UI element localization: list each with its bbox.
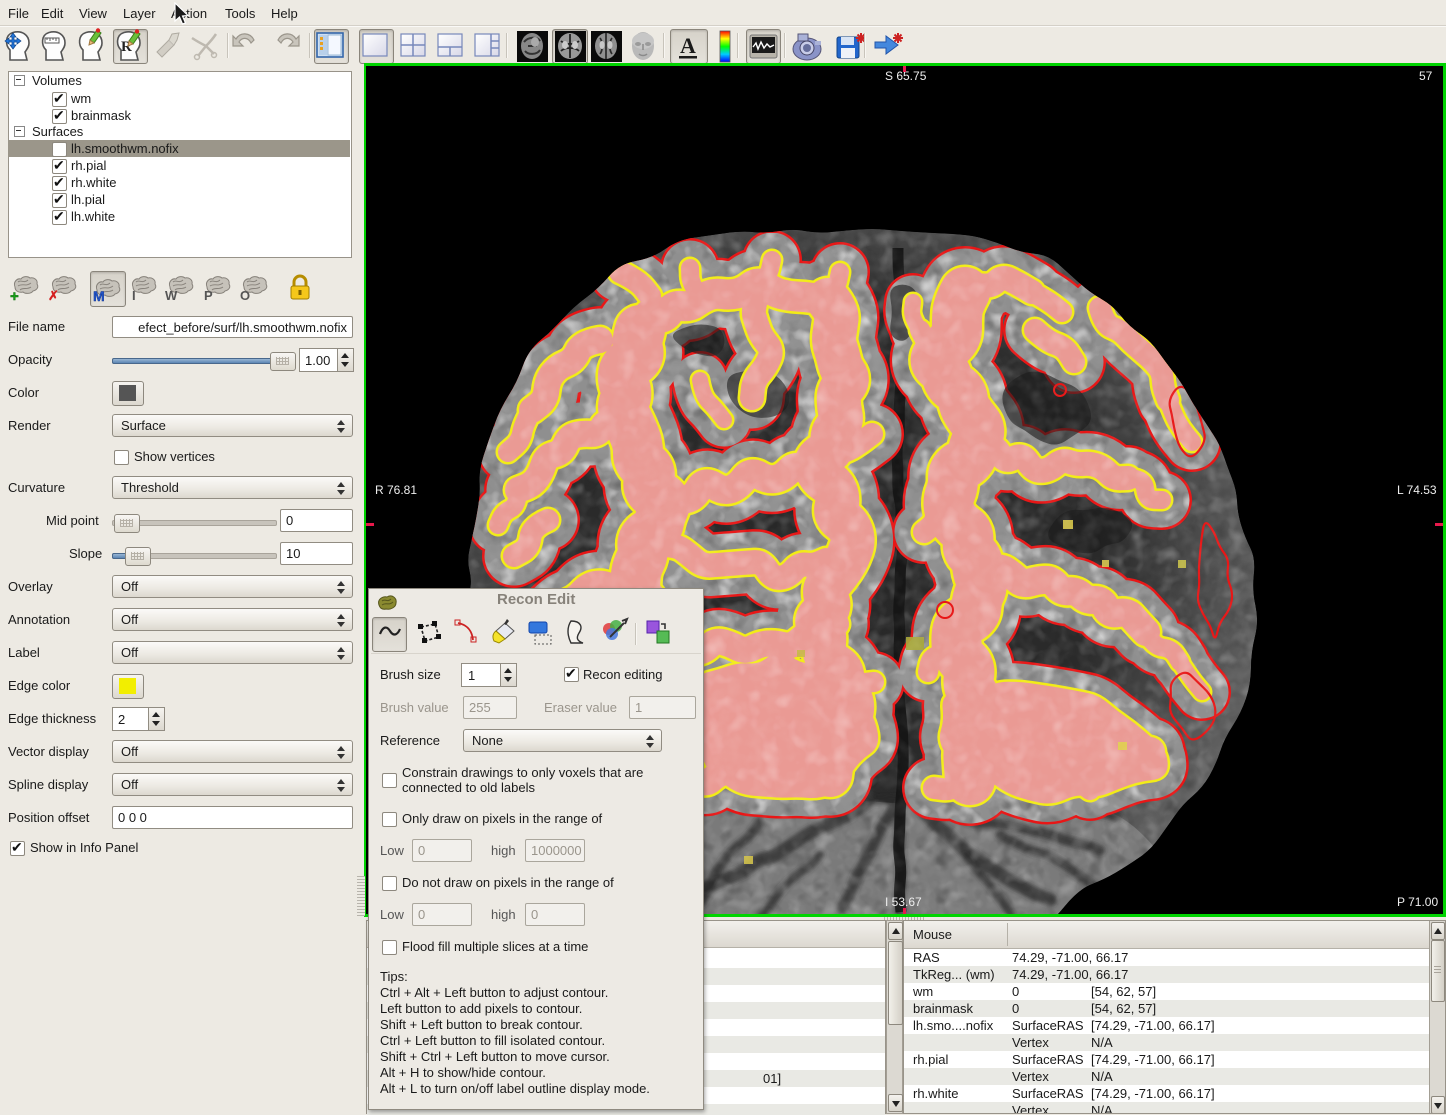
svg-text:A: A [680, 33, 696, 58]
